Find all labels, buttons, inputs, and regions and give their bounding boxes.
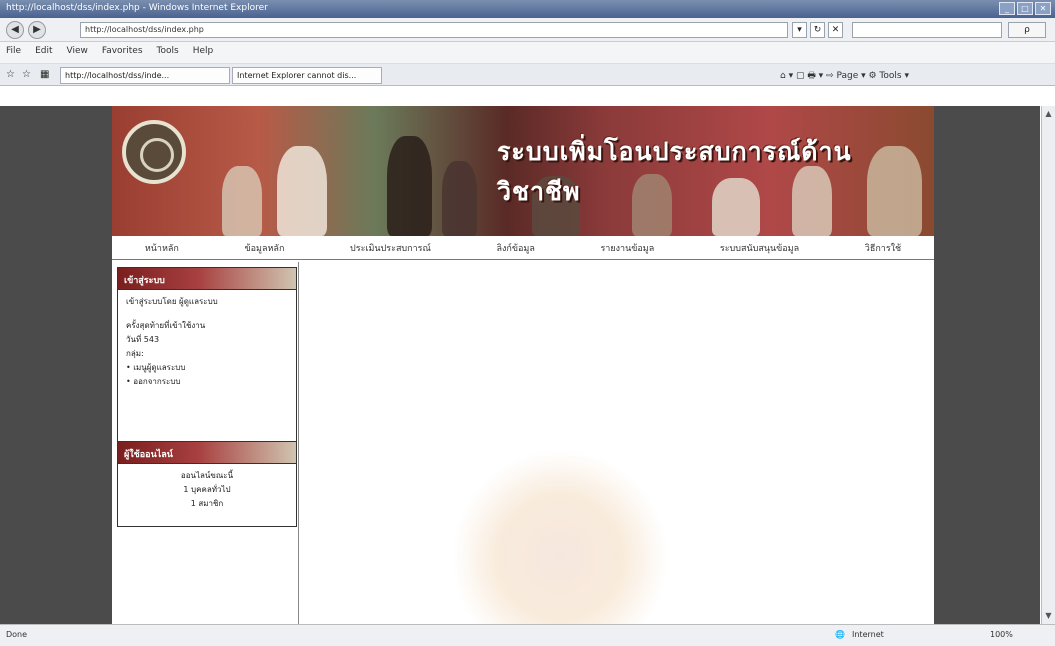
minimize-button[interactable]: _	[999, 2, 1015, 15]
search-input[interactable]	[852, 22, 1002, 38]
menu-bar: File Edit View Favorites Tools Help	[0, 42, 1055, 64]
logout-link[interactable]: • ออกจากระบบ	[126, 376, 288, 388]
site-banner: ระบบเพิ่มโอนประสบการณ์ด้านวิชาชีพ	[112, 106, 934, 236]
logged-in-as: เข้าสู่ระบบโดย ผู้ดูแลระบบ	[126, 297, 218, 306]
banner-photo-figure	[277, 146, 327, 236]
left-margin	[0, 106, 112, 624]
zoom-level[interactable]: 100%	[990, 630, 1013, 639]
maximize-button[interactable]: □	[1017, 2, 1033, 15]
close-button[interactable]: ✕	[1035, 2, 1051, 15]
status-bar: Done 🌐 Internet 100%	[0, 624, 1055, 646]
tab-ie-error[interactable]: Internet Explorer cannot dis...	[232, 67, 382, 84]
nav-main-data[interactable]: ข้อมูลหลัก	[244, 241, 284, 255]
vertical-scrollbar[interactable]: ▲ ▼	[1041, 106, 1055, 624]
tab-bar: ☆ ☆ ▦ http://localhost/dss/inde... Inter…	[0, 64, 1055, 86]
last-login-label: ครั้งสุดท้ายที่เข้าใช้งาน	[126, 321, 206, 330]
nav-howto[interactable]: วิธีการใช้	[865, 241, 901, 255]
menu-tools[interactable]: Tools	[157, 46, 179, 59]
command-bar[interactable]: ⌂ ▾ ▢ 🖶 ▾ ⇨ Page ▾ ⚙ Tools ▾	[780, 68, 909, 84]
banner-photo-figure	[387, 136, 432, 236]
right-margin	[934, 106, 1040, 624]
last-login-date: วันที่ 543	[126, 335, 160, 344]
login-box-header: เข้าสู่ระบบ	[118, 268, 296, 290]
online-users-box: ผู้ใช้ออนไลน์ ออนไลน์ขณะนี้ 1 บุคคลทั่วไ…	[117, 441, 297, 527]
favorites-star-icon[interactable]: ☆	[6, 69, 15, 80]
back-button[interactable]: ◀	[6, 21, 24, 39]
search-button[interactable]: ρ	[1008, 22, 1046, 38]
site-title: ระบบเพิ่มโอนประสบการณ์ด้านวิชาชีพ	[497, 137, 852, 206]
online-users-body: ออนไลน์ขณะนี้ 1 บุคคลทั่วไป 1 สมาชิก	[118, 464, 296, 518]
online-members: 1 สมาชิก	[190, 499, 224, 508]
scroll-up-icon[interactable]: ▲	[1043, 108, 1054, 120]
online-users-header: ผู้ใช้ออนไลน์	[118, 442, 296, 464]
online-guests: 1 บุคคลทั่วไป	[183, 485, 231, 494]
nav-support[interactable]: ระบบสนับสนุนข้อมูล	[720, 241, 799, 255]
window-title-bar: http://localhost/dss/index.php - Windows…	[0, 0, 1055, 18]
add-favorites-icon[interactable]: ☆	[22, 69, 31, 80]
login-box: เข้าสู่ระบบ เข้าสู่ระบบโดย ผู้ดูแลระบบ ค…	[117, 267, 297, 453]
banner-photo-figure	[222, 166, 262, 236]
menu-edit[interactable]: Edit	[35, 46, 52, 59]
stop-icon[interactable]: ✕	[828, 22, 843, 38]
scroll-down-icon[interactable]: ▼	[1043, 610, 1054, 622]
refresh-icon[interactable]: ↻	[810, 22, 825, 38]
internet-zone-icon: 🌐	[835, 630, 845, 639]
quick-tabs-icon[interactable]: ▦	[40, 69, 49, 80]
menu-file[interactable]: File	[6, 46, 21, 59]
target-emblem-icon	[122, 120, 186, 184]
window-title: http://localhost/dss/index.php - Windows…	[6, 3, 268, 13]
address-row: ◀ ▶ http://localhost/dss/index.php ▾ ↻ ✕…	[0, 18, 1055, 42]
nav-links[interactable]: ลิงก์ข้อมูล	[496, 241, 534, 255]
address-input[interactable]: http://localhost/dss/index.php	[80, 22, 788, 38]
login-box-body: เข้าสู่ระบบโดย ผู้ดูแลระบบ ครั้งสุดท้ายท…	[118, 290, 296, 396]
menu-favorites[interactable]: Favorites	[102, 46, 143, 59]
nav-reports[interactable]: รายงานข้อมูล	[600, 241, 654, 255]
status-text: Done	[6, 630, 28, 639]
forward-button[interactable]: ▶	[28, 21, 46, 39]
content-divider	[298, 262, 299, 624]
menu-help[interactable]: Help	[193, 46, 214, 59]
banner-photo-figure	[442, 161, 477, 236]
site-nav: หน้าหลัก ข้อมูลหลัก ประเมินประสบการณ์ ลิ…	[112, 236, 934, 260]
menu-view[interactable]: View	[67, 46, 88, 59]
admin-menu-link[interactable]: • เมนูผู้ดูแลระบบ	[126, 362, 288, 374]
nav-home[interactable]: หน้าหลัก	[145, 241, 179, 255]
university-watermark-icon	[450, 450, 670, 630]
tab-localhost[interactable]: http://localhost/dss/inde...	[60, 67, 230, 84]
nav-evaluate[interactable]: ประเมินประสบการณ์	[350, 241, 431, 255]
window-controls: _ □ ✕	[999, 2, 1051, 15]
online-now: ออนไลน์ขณะนี้	[180, 471, 234, 480]
status-zone: Internet	[852, 630, 884, 639]
group-label: กลุ่ม:	[126, 349, 144, 358]
address-dropdown-button[interactable]: ▾	[792, 22, 807, 38]
